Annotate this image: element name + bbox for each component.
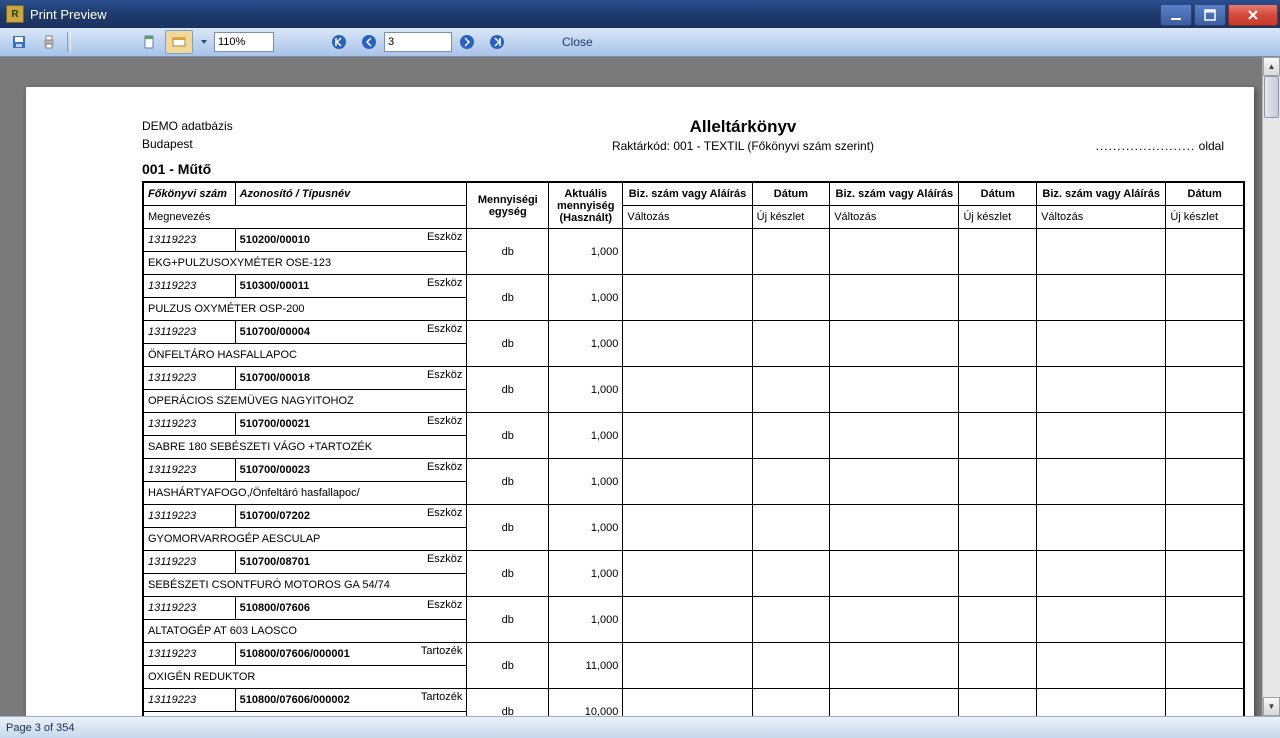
section-title: 001 - Műtő xyxy=(142,161,1224,177)
print-icon xyxy=(41,34,57,50)
close-preview-button[interactable]: Close xyxy=(552,31,603,53)
table-header-row-2: Megnevezés Változás Új készlet Változás … xyxy=(143,206,1244,229)
table-row: 13119223510800/07606Eszközdb1,000 xyxy=(143,597,1244,620)
close-window-button[interactable] xyxy=(1228,5,1278,26)
table-header-row-1: Főkönyvi szám Azonosító / Típusnév Menny… xyxy=(143,182,1244,206)
db-city: Budapest xyxy=(142,135,442,153)
table-row: 13119223510300/00011Eszközdb1,000 xyxy=(143,275,1244,298)
print-button[interactable] xyxy=(35,30,63,54)
page-number-input[interactable] xyxy=(384,32,452,52)
table-row: 13119223510700/08701Eszközdb1,000 xyxy=(143,551,1244,574)
toolbar-separator xyxy=(67,32,71,52)
statusbar: Page 3 of 354 xyxy=(0,716,1280,738)
dropdown-icon xyxy=(200,38,208,46)
table-row: 13119223510700/07202Eszközdb1,000 xyxy=(143,505,1244,528)
vertical-scrollbar[interactable]: ▲ ▼ xyxy=(1262,57,1280,716)
scroll-thumb[interactable] xyxy=(1264,76,1279,118)
col-valt-2: Változás xyxy=(830,206,959,229)
col-biz-2: Biz. szám vagy Aláírás xyxy=(830,182,959,206)
fit-page-icon xyxy=(141,34,157,50)
col-megnev: Megnevezés xyxy=(143,206,467,229)
app-icon: R xyxy=(6,5,24,23)
col-am: Aktuális mennyiség (Használt) xyxy=(549,182,623,229)
fit-width-button[interactable] xyxy=(165,30,193,54)
fit-width-icon xyxy=(171,34,187,50)
page-word: oldal xyxy=(1199,139,1224,153)
report-header-left: DEMO adatbázis Budapest xyxy=(142,117,442,153)
table-row: 13119223510700/00018Eszközdb1,000 xyxy=(143,367,1244,390)
table-row: 13119223510700/00023Eszközdb1,000 xyxy=(143,459,1244,482)
table-row: 13119223510200/00010Eszközdb1,000 xyxy=(143,229,1244,252)
status-page-info: Page 3 of 354 xyxy=(6,722,75,734)
toolbar: Close xyxy=(0,28,1280,57)
col-dat-1: Dátum xyxy=(752,182,830,206)
scroll-track[interactable] xyxy=(1263,74,1280,699)
table-row: 13119223510700/00021Eszközdb1,000 xyxy=(143,413,1244,436)
print-preview-window: R Print Preview xyxy=(0,0,1280,738)
zoom-input[interactable] xyxy=(214,32,274,52)
minimize-icon xyxy=(1168,7,1184,23)
next-page-button[interactable] xyxy=(453,30,481,54)
col-azon: Azonosító / Típusnév xyxy=(235,182,467,206)
close-icon xyxy=(1245,7,1261,23)
first-page-button[interactable] xyxy=(325,30,353,54)
fit-page-button[interactable] xyxy=(135,30,163,54)
scroll-down-button[interactable]: ▼ xyxy=(1263,697,1280,716)
window-title: Print Preview xyxy=(30,7,1158,22)
last-page-button[interactable] xyxy=(483,30,511,54)
save-button[interactable] xyxy=(5,30,33,54)
col-uj-1: Új készlet xyxy=(752,206,830,229)
zoom-dropdown-button[interactable] xyxy=(195,30,213,54)
col-dat-3: Dátum xyxy=(1166,182,1244,206)
report-title: Alleltárkönyv xyxy=(442,117,1044,137)
page-dots: ....................... xyxy=(1096,139,1196,153)
last-page-icon xyxy=(489,34,505,50)
report-page: DEMO adatbázis Budapest Alleltárkönyv Ra… xyxy=(26,87,1254,716)
report-header-center: Alleltárkönyv Raktárkód: 001 - TEXTIL (F… xyxy=(442,117,1044,153)
col-dat-2: Dátum xyxy=(959,182,1037,206)
col-biz-3: Biz. szám vagy Aláírás xyxy=(1037,182,1166,206)
minimize-button[interactable] xyxy=(1160,5,1192,26)
table-row: 13119223510700/00004Eszközdb1,000 xyxy=(143,321,1244,344)
col-biz-1: Biz. szám vagy Aláírás xyxy=(623,182,752,206)
db-name: DEMO adatbázis xyxy=(142,117,442,135)
window-controls xyxy=(1158,5,1278,25)
report-header: DEMO adatbázis Budapest Alleltárkönyv Ra… xyxy=(142,117,1224,153)
report-table: Főkönyvi szám Azonosító / Típusnév Menny… xyxy=(142,181,1245,716)
preview-viewport[interactable]: DEMO adatbázis Budapest Alleltárkönyv Ra… xyxy=(0,57,1280,716)
table-row: 13119223510800/07606/000001Tartozékdb11,… xyxy=(143,643,1244,666)
col-valt-1: Változás xyxy=(623,206,752,229)
save-icon xyxy=(11,34,27,50)
col-fksz: Főkönyvi szám xyxy=(143,182,235,206)
prev-page-button[interactable] xyxy=(355,30,383,54)
next-page-icon xyxy=(459,34,475,50)
titlebar: R Print Preview xyxy=(0,0,1280,28)
table-row: 13119223510800/07606/000002Tartozékdb10,… xyxy=(143,689,1244,712)
prev-page-icon xyxy=(361,34,377,50)
col-me: Mennyiségi egység xyxy=(467,182,549,229)
col-uj-3: Új készlet xyxy=(1166,206,1244,229)
report-subtitle: Raktárkód: 001 - TEXTIL (Főkönyvi szám s… xyxy=(442,139,1044,153)
maximize-button[interactable] xyxy=(1194,5,1226,26)
first-page-icon xyxy=(331,34,347,50)
report-header-right: ....................... oldal xyxy=(1044,139,1224,153)
col-valt-3: Változás xyxy=(1037,206,1166,229)
col-uj-2: Új készlet xyxy=(959,206,1037,229)
maximize-icon xyxy=(1202,7,1218,23)
